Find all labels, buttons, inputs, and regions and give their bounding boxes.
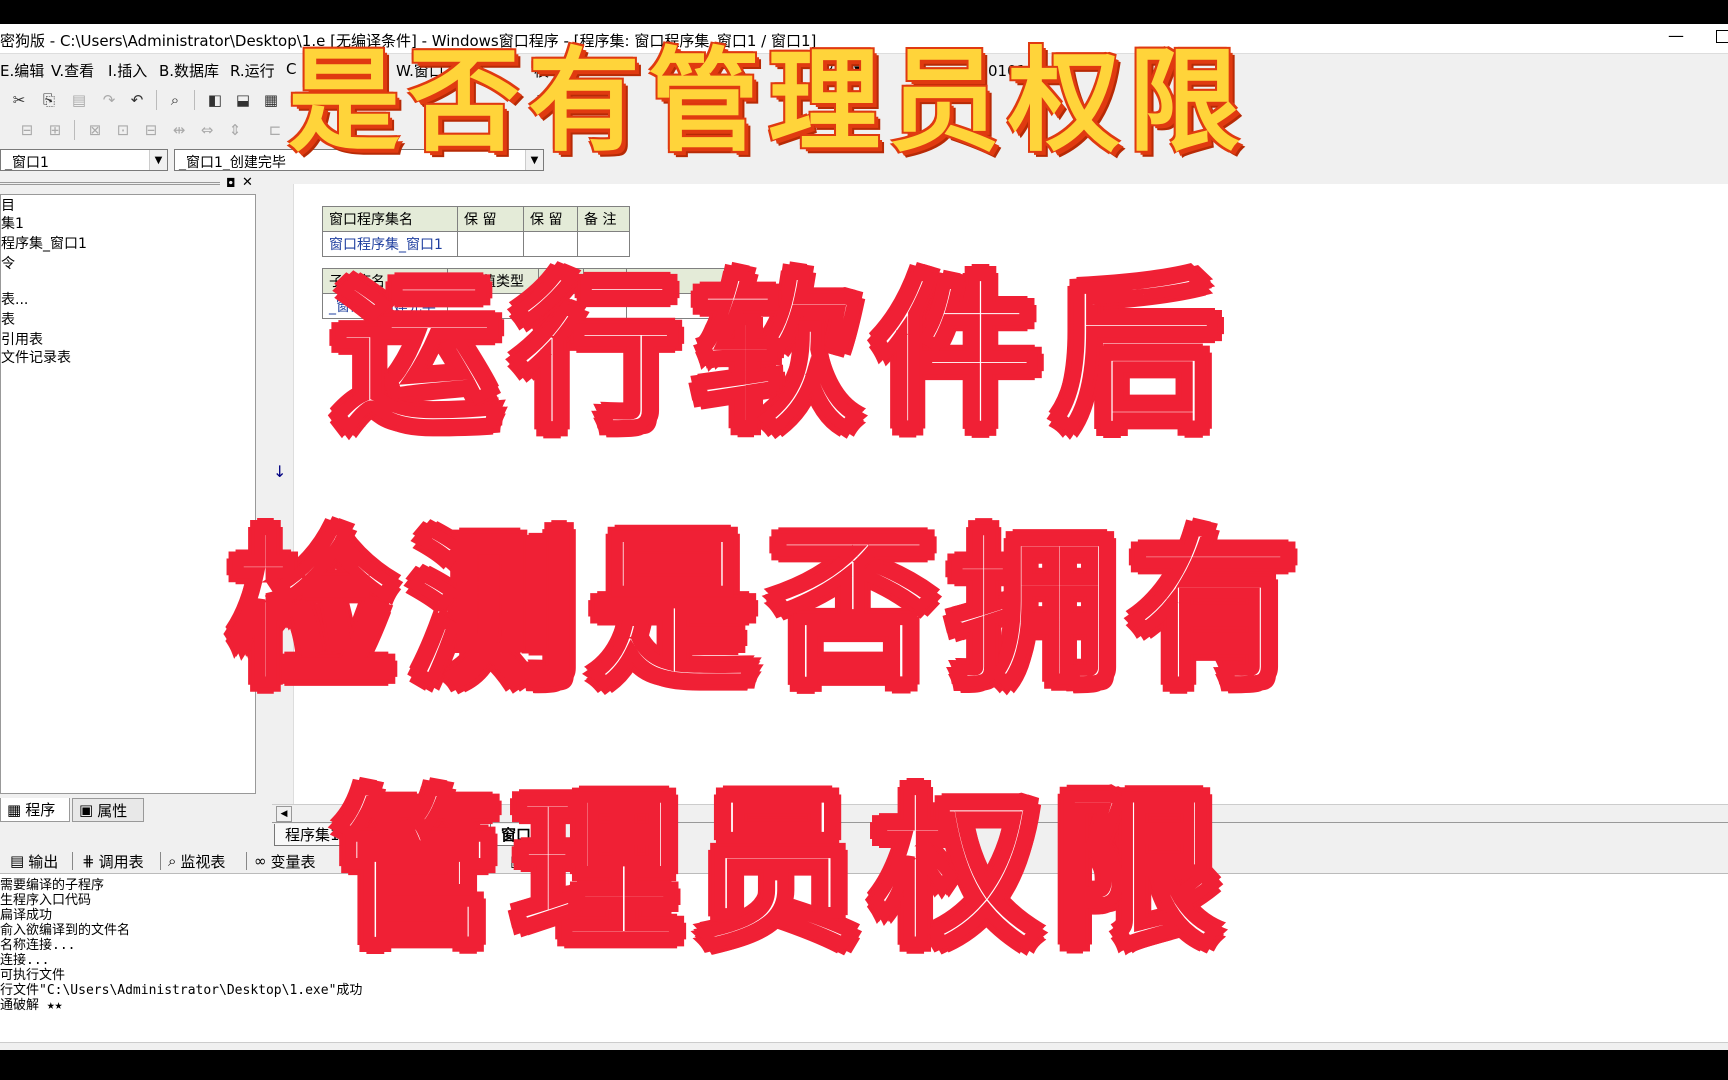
copy-icon[interactable]: ⎘ [38, 89, 60, 111]
output-line: 连接... [0, 953, 50, 968]
layout-grid-icon[interactable]: ▦ [260, 89, 282, 111]
tree-item[interactable]: 集1 [1, 213, 24, 233]
align-bottom-icon[interactable]: ⊟ [140, 119, 162, 141]
chevron-down-icon[interactable]: ▼ [149, 150, 167, 170]
tree-item[interactable]: 程序集_窗口1 [1, 233, 87, 253]
tab-properties[interactable]: ▣ 属性 [72, 798, 144, 822]
menu-run[interactable]: R.运行 [230, 60, 275, 81]
workspace-panel: ◘ ✕ 目 集1 程序集_窗口1 令 表... 表 引用表 文件记录表 ▦ 程序… [0, 174, 258, 824]
close-icon[interactable]: ✕ [242, 175, 253, 190]
menu-edit[interactable]: E.编辑 [0, 60, 44, 81]
caption-line-2: 检测是否拥有 [227, 516, 1310, 709]
output-line: 通破解 ★★ [0, 998, 63, 1013]
project-tree[interactable]: 目 集1 程序集_窗口1 令 表... 表 引用表 文件记录表 [0, 194, 256, 794]
output-line: 行文件"C:\Users\Administrator\Desktop\1.exe… [0, 983, 363, 998]
tab-variables[interactable]: ∞ 变量表 [254, 850, 316, 872]
output-line: 扁译成功 [0, 908, 53, 923]
class-table: 窗口程序集名 保 留 保 留 备 注 窗口程序集_窗口1 [322, 206, 630, 257]
program-icon: ▦ [7, 800, 22, 819]
minimize-button[interactable]: — [1668, 26, 1684, 45]
tree-item[interactable]: 令 [1, 253, 15, 273]
align-left-icon[interactable]: ⊟ [16, 119, 38, 141]
table-header: 备 注 [577, 206, 630, 232]
maximize-button[interactable] [1716, 30, 1728, 43]
table-header: 保 留 [457, 206, 524, 232]
menu-insert[interactable]: I.插入 [108, 60, 147, 81]
v-space-icon[interactable]: ⇕ [224, 119, 246, 141]
output-line: 名称连接... [0, 938, 76, 953]
layout-bottom-icon[interactable]: ⬓ [232, 89, 254, 111]
magnifier-icon: ⌕ [168, 852, 177, 870]
cut-icon[interactable]: ✂ [8, 89, 30, 111]
output-line: 需要编译的子程序 [0, 878, 105, 893]
editor-gutter: ↓ [272, 184, 294, 804]
tab-callstack[interactable]: ⋕ 调用表 [82, 850, 144, 872]
caption-line-1: 运行软件后 [331, 260, 1234, 453]
tab-output[interactable]: ▤ 输出 [10, 850, 58, 872]
table-cell[interactable]: 窗口程序集_窗口1 [322, 231, 458, 257]
caption-line-3: 管理员权限 [331, 776, 1234, 969]
menu-database[interactable]: B.数据库 [159, 60, 219, 81]
event-combo-value: _窗口1_创建完毕 [179, 155, 286, 171]
properties-icon: ▣ [79, 801, 94, 819]
panel-splitter[interactable] [258, 174, 272, 824]
find-icon[interactable]: ⌕ [164, 89, 186, 111]
table-cell[interactable] [457, 231, 524, 257]
center-h-icon[interactable]: ⊏ [264, 119, 286, 141]
panel-tabs: ▦ 程序 ▣ 属性 [0, 796, 258, 822]
redo-icon[interactable]: ↷ [98, 89, 120, 111]
pin-icon[interactable]: ◘ [226, 176, 236, 190]
table-header: 窗口程序集名 [322, 206, 458, 232]
table-cell[interactable] [523, 231, 578, 257]
tree-item[interactable]: 表... [1, 289, 28, 309]
align-center-icon[interactable]: ⊞ [44, 119, 66, 141]
align-top-icon[interactable]: ⊠ [84, 119, 106, 141]
table-header: 保 留 [523, 206, 578, 232]
same-width-icon[interactable]: ⇹ [168, 119, 190, 141]
tree-item[interactable]: 目 [1, 195, 15, 215]
output-line: 可执行文件 [0, 968, 66, 983]
tree-item[interactable]: 引用表 [1, 329, 43, 349]
top-black-bar [0, 0, 1728, 24]
output-icon: ▤ [10, 852, 25, 870]
output-line: 生程序入口代码 [0, 893, 92, 908]
scroll-left-icon[interactable]: ◀ [276, 806, 292, 822]
object-combo-value: _窗口1 [5, 155, 49, 171]
paste-icon[interactable]: ▤ [68, 89, 90, 111]
variables-icon: ∞ [254, 852, 267, 870]
tab-watch[interactable]: ⌕ 监视表 [168, 850, 225, 872]
tree-item[interactable]: 表 [1, 309, 15, 329]
align-middle-icon[interactable]: ⊡ [112, 119, 134, 141]
table-cell[interactable] [577, 231, 630, 257]
panel-header: ◘ ✕ [0, 175, 258, 192]
current-line-arrow-icon: ↓ [273, 462, 287, 481]
menu-view[interactable]: V.查看 [51, 60, 94, 81]
object-combo[interactable]: _窗口1 ▼ [0, 149, 168, 171]
callstack-icon: ⋕ [82, 852, 95, 870]
caption-top: 是否有管理员权限 [288, 37, 1248, 167]
output-line: 俞入欲编译到的文件名 [0, 923, 131, 938]
status-bar [0, 1042, 1728, 1050]
undo-icon[interactable]: ↶ [126, 89, 148, 111]
bottom-black-bar [0, 1050, 1728, 1080]
layout-left-icon[interactable]: ◧ [204, 89, 226, 111]
h-space-icon[interactable]: ⇔ [196, 119, 218, 141]
tab-program[interactable]: ▦ 程序 [0, 798, 70, 822]
tree-item[interactable]: 文件记录表 [1, 347, 71, 367]
